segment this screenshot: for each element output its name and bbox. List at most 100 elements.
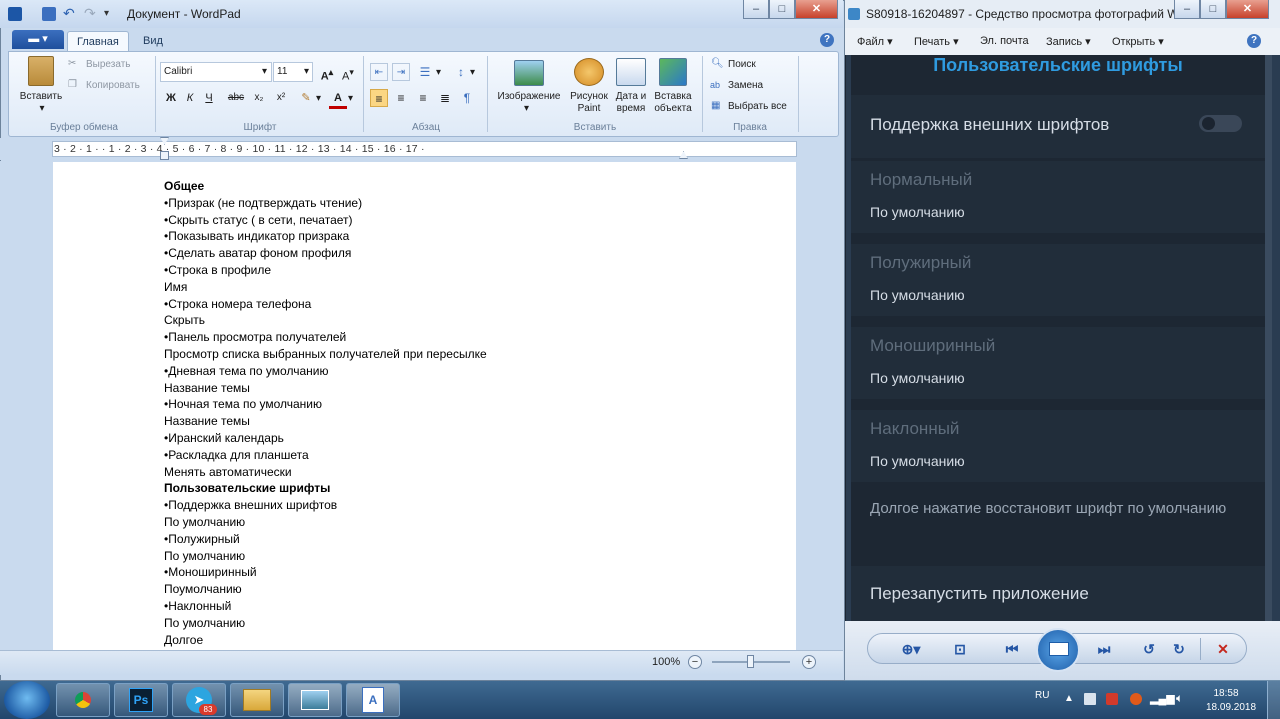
minimize-button[interactable]: – <box>743 0 769 19</box>
paragraph-settings-icon[interactable]: ¶ <box>458 89 476 107</box>
select-all-button[interactable]: Выбрать все <box>728 101 787 113</box>
list-icon[interactable]: ☰ <box>416 63 434 81</box>
document-line[interactable]: Пользовательские шрифты <box>164 480 724 497</box>
calendar-icon[interactable] <box>616 58 646 86</box>
document-line[interactable]: •Дневная тема по умолчанию <box>164 363 724 380</box>
zoom-icon[interactable]: ⊕▾ <box>896 641 926 658</box>
bold-button[interactable]: Ж <box>162 89 180 107</box>
strikethrough-button[interactable]: abc <box>224 89 248 107</box>
align-center-icon[interactable]: ≡ <box>392 89 410 107</box>
document-line[interactable]: Название темы <box>164 380 724 397</box>
tab-home[interactable]: Главная <box>67 31 129 52</box>
font-size-dropdown-icon[interactable]: ▾ <box>304 66 309 78</box>
image-icon[interactable] <box>514 60 544 86</box>
underline-button[interactable]: Ч <box>200 89 218 107</box>
document-line[interactable]: Долгое <box>164 632 724 649</box>
menu-burn[interactable]: Запись ▾ <box>1046 35 1091 48</box>
find-button[interactable]: Поиск <box>728 59 756 71</box>
taskbar-photoshop[interactable]: Ps <box>114 683 168 717</box>
zoom-out-button[interactable]: − <box>688 655 702 669</box>
paint-icon[interactable] <box>574 58 604 86</box>
insert-image-button[interactable]: Изображение <box>493 91 565 103</box>
pv-minimize-button[interactable]: – <box>1174 0 1200 19</box>
document-line[interactable]: •Скрыть статус ( в сети, печатает) <box>164 212 724 229</box>
maximize-button[interactable]: □ <box>769 0 795 19</box>
copy-button[interactable]: Копировать <box>86 80 140 92</box>
paste-dropdown-icon[interactable]: ▾ <box>36 103 48 115</box>
document-line[interactable]: По умолчанию <box>164 615 724 632</box>
document-line[interactable]: Общее <box>164 178 724 195</box>
decrease-indent-icon[interactable]: ⇤ <box>370 63 388 81</box>
zoom-in-button[interactable]: + <box>802 655 816 669</box>
tray-app-icon[interactable] <box>1084 693 1096 705</box>
subscript-button[interactable]: x₂ <box>250 89 268 107</box>
replace-button[interactable]: Замена <box>728 80 763 92</box>
insert-object-label-2[interactable]: объекта <box>650 103 696 115</box>
next-icon[interactable]: ⏭ <box>1092 641 1116 658</box>
align-right-icon[interactable]: ≡ <box>414 89 432 107</box>
taskbar-photo-viewer[interactable] <box>288 683 342 717</box>
left-indent-marker[interactable] <box>160 151 169 160</box>
zoom-slider-thumb[interactable] <box>747 655 754 668</box>
taskbar-chrome[interactable] <box>56 683 110 717</box>
insert-object-label-1[interactable]: Вставка <box>650 91 696 103</box>
document-line[interactable]: По умолчанию <box>164 514 724 531</box>
document-line[interactable]: •Наклонный <box>164 598 724 615</box>
font-family-dropdown-icon[interactable]: ▾ <box>262 66 267 78</box>
language-indicator[interactable]: RU <box>1035 690 1049 701</box>
tray-security-icon[interactable] <box>1106 693 1118 705</box>
paste-button[interactable]: Вставить <box>16 91 66 103</box>
help-icon[interactable]: ? <box>820 33 834 47</box>
date-time-label-1[interactable]: Дата и <box>611 91 651 103</box>
date-time-label-2[interactable]: время <box>611 103 651 115</box>
menu-print[interactable]: Печать ▾ <box>914 35 959 48</box>
taskbar-explorer[interactable] <box>230 683 284 717</box>
show-desktop-button[interactable] <box>1267 681 1280 719</box>
highlight-color-icon[interactable]: ✎ <box>297 89 315 107</box>
insert-image-dropdown-icon[interactable]: ▾ <box>524 103 529 115</box>
shrink-font-icon[interactable]: A▾ <box>339 63 357 83</box>
increase-indent-icon[interactable]: ⇥ <box>392 63 410 81</box>
font-color-dropdown-icon[interactable]: ▾ <box>348 93 353 105</box>
save-icon[interactable] <box>42 7 56 21</box>
insert-object-icon[interactable] <box>659 58 687 86</box>
start-button[interactable] <box>4 681 50 719</box>
close-button[interactable]: ✕ <box>795 0 838 19</box>
tray-update-icon[interactable] <box>1130 693 1142 705</box>
justify-icon[interactable]: ≣ <box>436 89 454 107</box>
rotate-right-icon[interactable]: ↻ <box>1168 641 1190 658</box>
document-line[interactable]: •Призрак (не подтверждать чтение) <box>164 195 724 212</box>
italic-button[interactable]: К <box>181 89 199 107</box>
delete-icon[interactable]: ✕ <box>1212 641 1234 658</box>
clock[interactable]: 18:58 18.09.2018 <box>1206 687 1256 715</box>
document-line[interactable]: •Полужирный <box>164 531 724 548</box>
previous-icon[interactable]: ⏮ <box>1000 641 1024 658</box>
document-text[interactable]: Общее •Призрак (не подтверждать чтение) •С… <box>164 178 724 648</box>
tab-view[interactable]: Вид <box>134 31 172 52</box>
pv-maximize-button[interactable]: □ <box>1200 0 1226 19</box>
rotate-left-icon[interactable]: ↺ <box>1138 641 1160 658</box>
file-menu-button[interactable]: ▬ ▾ <box>12 30 64 49</box>
document-line[interactable]: •Панель просмотра получателей <box>164 329 724 346</box>
network-icon[interactable]: ▂▄▆ <box>1150 692 1175 705</box>
grow-font-icon[interactable]: A▴ <box>318 63 336 83</box>
document-line[interactable]: •Строка в профиле <box>164 262 724 279</box>
document-line[interactable]: •Моноширинный <box>164 564 724 581</box>
menu-file[interactable]: Файл ▾ <box>857 35 893 48</box>
pv-help-icon[interactable]: ? <box>1247 34 1261 48</box>
document-line[interactable]: Название темы <box>164 413 724 430</box>
document-line[interactable]: •Иранский календарь <box>164 430 724 447</box>
line-spacing-icon[interactable]: ↕ <box>452 63 470 81</box>
document-line[interactable]: •Поддержка внешних шрифтов <box>164 497 724 514</box>
document-line[interactable]: Имя <box>164 279 724 296</box>
document-line[interactable]: •Ночная тема по умолчанию <box>164 396 724 413</box>
menu-open[interactable]: Открыть ▾ <box>1112 35 1164 48</box>
pv-close-button[interactable]: ✕ <box>1226 0 1269 19</box>
taskbar-wordpad[interactable]: A <box>346 683 400 717</box>
document-line[interactable]: Просмотр списка выбранных получателей пр… <box>164 346 724 363</box>
document-line[interactable]: Менять автоматически <box>164 464 724 481</box>
line-spacing-dropdown-icon[interactable]: ▾ <box>470 67 475 79</box>
menu-email[interactable]: Эл. почта <box>980 35 1029 47</box>
app-icon[interactable] <box>8 7 22 21</box>
volume-icon[interactable]: 🔈︎ <box>1176 691 1183 706</box>
